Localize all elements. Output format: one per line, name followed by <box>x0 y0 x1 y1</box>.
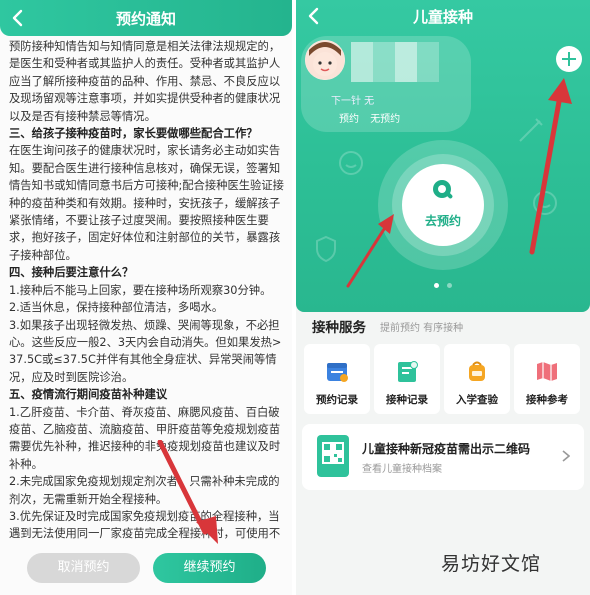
tile-label: 预约记录 <box>316 394 358 406</box>
notice-paragraph: 2.未完成国家免疫规划规定剂次者，只需补种未完成的剂次，无需重新开始全程接种。 <box>9 475 280 506</box>
notice-paragraph: 3.如果孩子出现轻微发热、烦躁、哭闹等现象，不必担心。这些反应一般2、3天内会自… <box>9 318 282 384</box>
appointment-record-tile[interactable]: 预约记录 <box>304 344 370 414</box>
child-avatar <box>305 40 345 80</box>
decorative-shield-icon <box>316 235 336 263</box>
tile-label: 入学查验 <box>456 394 498 406</box>
section-heading: 三、给孩子接种疫苗时，家长要做哪些配合工作？ <box>9 127 258 141</box>
covid-qr-code-card[interactable]: 儿童接种新冠疫苗需出示二维码 查看儿童接种档案 <box>302 424 584 490</box>
notice-paragraph: 在医生询问孩子的健康状况时，家长请务必主动如实告知。要配合医生进行接种信息核对，… <box>9 144 284 262</box>
child-vaccination-title: 儿童接种 <box>412 8 473 26</box>
child-vaccination-screen: 儿童接种 下一针 无 预约 无预约 去预约 接种服务 提前预约 有序接种 预约记… <box>296 0 590 595</box>
go-book-button[interactable]: 去预约 <box>402 164 484 246</box>
tile-label: 接种参考 <box>526 394 568 406</box>
appointment-tag: 预约 <box>339 114 359 125</box>
vaccination-reference-tile[interactable]: 接种参考 <box>514 344 580 414</box>
blurred-child-name <box>351 42 439 82</box>
qr-code-icon <box>317 435 349 477</box>
notice-body: 预防接种知情告知与知情同意是相关法律法规规定的，是医生和受种者或其监护人的责任。… <box>9 38 285 560</box>
continue-appointment-button[interactable]: 继续预约 <box>153 553 266 583</box>
notice-footer: 取消预约 继续预约 <box>0 540 292 595</box>
add-child-button[interactable] <box>556 46 582 72</box>
decorative-smile-icon <box>339 151 363 175</box>
notice-paragraph: 2.适当休息，保持接种部位清洁，多喝水。 <box>9 301 224 315</box>
vaccination-record-tile[interactable]: 接种记录 <box>374 344 440 414</box>
school-check-tile[interactable]: 入学查验 <box>444 344 510 414</box>
red-arrow-annotation <box>157 440 218 544</box>
red-arrow-annotation <box>346 214 394 288</box>
child-profile-card[interactable]: 下一针 无 预约 无预约 <box>301 36 471 132</box>
book-appointment-icon <box>433 180 453 199</box>
notice-paragraph: 1.乙肝疫苗、卡介苗、脊灰疫苗、麻腮风疫苗、百白破疫苗、乙脑疫苗、流脑疫苗、甲肝… <box>9 405 281 471</box>
section-heading: 五、疫情流行期间疫苗补种建议 <box>9 388 168 402</box>
school-bag-icon <box>469 361 485 381</box>
vaccination-notice-screen: 预约通知 预防接种知情告知与知情同意是相关法律法规规定的，是医生和受种者或其监护… <box>0 0 292 595</box>
cancel-appointment-button[interactable]: 取消预约 <box>27 553 140 583</box>
carousel-dot[interactable] <box>447 283 452 288</box>
vaccination-services-section: 接种服务 提前预约 有序接种 预约记录 接种记录 入学查验 接种参考 <box>302 300 586 420</box>
map-icon <box>537 362 557 381</box>
chevron-right-icon <box>562 450 570 462</box>
carousel-dot-active[interactable] <box>434 283 439 288</box>
notice-paragraph: 预防接种知情告知与知情同意是相关法律法规规定的，是医生和受种者或其监护人的责任。… <box>9 40 281 123</box>
watermark-text: 易坊好文馆 <box>441 553 542 575</box>
services-subtitle: 提前预约 有序接种 <box>380 323 464 334</box>
notice-paragraph: 1.接种后不能马上回家，要在接种场所观察30分钟。 <box>9 283 272 297</box>
qr-card-subtitle: 查看儿童接种档案 <box>362 464 442 475</box>
notice-header: 预约通知 <box>0 0 292 36</box>
calendar-icon <box>327 363 348 382</box>
record-book-icon <box>398 361 418 382</box>
appointment-status: 预约 无预约 <box>339 110 408 125</box>
qr-card-title: 儿童接种新冠疫苗需出示二维码 <box>362 442 531 456</box>
tile-label: 接种记录 <box>386 394 428 406</box>
section-heading: 四、接种后要注意什么？ <box>9 266 134 280</box>
red-arrow-annotation <box>529 78 572 255</box>
appointment-status-tag: 无预约 <box>370 114 401 125</box>
go-book-label: 去预约 <box>424 214 461 228</box>
notice-title: 预约通知 <box>115 10 176 28</box>
services-title: 接种服务 <box>312 320 366 336</box>
next-dose-text: 下一针 无 <box>331 96 375 107</box>
